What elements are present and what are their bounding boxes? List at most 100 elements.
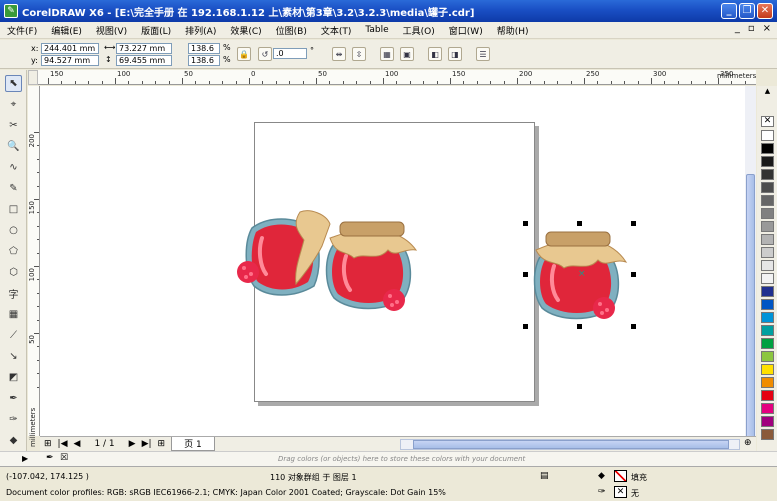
dimension-tool-icon[interactable]: ⟋ — [5, 327, 22, 344]
blend-tool-icon[interactable]: ◩ — [5, 369, 22, 386]
height-field[interactable]: 69.455 mm — [116, 55, 172, 66]
handle-top-left[interactable] — [523, 221, 528, 226]
group-icon[interactable]: ▦ — [380, 47, 394, 61]
fill-swatch[interactable] — [614, 470, 627, 482]
combine-icon[interactable]: ◧ — [428, 47, 442, 61]
vertical-scroll-thumb[interactable] — [746, 174, 755, 438]
color-swatch[interactable] — [761, 195, 774, 206]
basic-shapes-tool-icon[interactable]: ⬡ — [5, 264, 22, 281]
page-tab-1[interactable]: 页 1 — [171, 437, 215, 451]
color-swatch[interactable] — [761, 403, 774, 414]
menu-help[interactable]: 帮助(H) — [490, 24, 536, 37]
outline-swatch[interactable]: ✕ — [614, 486, 627, 498]
handle-bottom-center[interactable] — [577, 324, 582, 329]
color-swatch[interactable] — [761, 260, 774, 271]
menu-table[interactable]: Table — [358, 25, 395, 35]
text-tool-icon[interactable]: 字 — [5, 285, 22, 302]
color-swatch[interactable] — [761, 247, 774, 258]
color-swatch[interactable] — [761, 234, 774, 245]
handle-middle-right[interactable] — [631, 272, 636, 277]
last-page-icon[interactable]: ▶| — [142, 439, 152, 449]
horizontal-ruler[interactable]: 150 100 50 0 50 100 150 200 250 300 350 — [38, 70, 756, 85]
eyedropper-tool-icon[interactable]: ✒ — [5, 390, 22, 407]
menu-arrange[interactable]: 排列(A) — [178, 24, 223, 37]
add-page-end-icon[interactable]: ⊞ — [158, 439, 166, 449]
lock-ratio-icon[interactable]: 🔒 — [237, 47, 251, 61]
snap-icon[interactable]: ▤ — [540, 471, 549, 481]
horizontal-scrollbar[interactable] — [400, 439, 740, 450]
ruler-origin[interactable] — [28, 70, 38, 85]
handle-bottom-right[interactable] — [631, 324, 636, 329]
selected-jar[interactable]: × — [528, 224, 632, 328]
vertical-ruler[interactable]: 200 150 100 50 — [28, 86, 40, 436]
menu-text[interactable]: 文本(T) — [314, 24, 359, 37]
prev-page-icon[interactable]: ◀ — [74, 439, 81, 449]
restore-button[interactable]: ❐ — [739, 3, 755, 19]
align-distribute-icon[interactable]: ☰ — [476, 47, 490, 61]
color-swatch[interactable] — [761, 273, 774, 284]
color-profiles[interactable]: Document color profiles: RGB: sRGB IEC61… — [6, 488, 446, 497]
no-color-swatch[interactable]: ✕ — [761, 116, 774, 127]
polygon-tool-icon[interactable]: ⬠ — [5, 243, 22, 260]
rotation-angle-field[interactable]: .0 — [273, 48, 307, 59]
add-page-icon[interactable]: ⊞ — [44, 439, 52, 449]
handle-top-right[interactable] — [631, 221, 636, 226]
palette-scroll-up-icon[interactable]: ▲ — [761, 87, 774, 95]
handle-bottom-left[interactable] — [523, 324, 528, 329]
rectangle-tool-icon[interactable]: □ — [5, 201, 22, 218]
doc-close-button[interactable]: × — [763, 23, 771, 34]
mirror-horizontal-icon[interactable]: ⇹ — [332, 47, 346, 61]
color-swatch[interactable] — [761, 377, 774, 388]
color-swatch[interactable] — [761, 221, 774, 232]
shape-tool-icon[interactable]: ⌖ — [5, 96, 22, 113]
menu-tools[interactable]: 工具(O) — [396, 24, 442, 37]
color-swatch[interactable] — [761, 208, 774, 219]
minimize-button[interactable]: _ — [721, 3, 737, 19]
color-swatch[interactable] — [761, 364, 774, 375]
connector-tool-icon[interactable]: ↘ — [5, 348, 22, 365]
menu-view[interactable]: 视图(V) — [89, 24, 134, 37]
freehand-tool-icon[interactable]: ∿ — [5, 159, 22, 176]
center-marker-icon[interactable]: × — [578, 269, 586, 279]
menu-window[interactable]: 窗口(W) — [442, 24, 490, 37]
next-page-icon[interactable]: ▶ — [129, 439, 136, 449]
menu-edit[interactable]: 编辑(E) — [44, 24, 89, 37]
outline-pen-tool-icon[interactable]: ✑ — [5, 411, 22, 428]
eyedropper-icon[interactable]: ✒ — [46, 453, 54, 463]
color-swatch[interactable] — [761, 299, 774, 310]
menu-layout[interactable]: 版面(L) — [134, 24, 178, 37]
zoom-tool-icon[interactable]: 🔍 — [5, 138, 22, 155]
scale-y-field[interactable]: 138.6 — [188, 55, 220, 66]
color-swatch[interactable] — [761, 429, 774, 440]
rotate-icon[interactable]: ↺ — [258, 47, 272, 61]
ungroup-icon[interactable]: ▣ — [400, 47, 414, 61]
color-swatch[interactable] — [761, 338, 774, 349]
color-swatch[interactable] — [761, 312, 774, 323]
color-swatch[interactable] — [761, 143, 774, 154]
scale-x-field[interactable]: 138.6 — [188, 43, 220, 54]
width-field[interactable]: 73.227 mm — [116, 43, 172, 54]
handle-middle-left[interactable] — [523, 272, 528, 277]
color-swatch[interactable] — [761, 325, 774, 336]
no-fill-icon[interactable]: ☒ — [60, 453, 68, 463]
vertical-scrollbar[interactable] — [745, 86, 756, 438]
y-position-field[interactable]: 94.527 mm — [41, 55, 99, 66]
navigator-icon[interactable]: ⊕ — [744, 438, 752, 448]
color-swatch[interactable] — [761, 416, 774, 427]
palette-play-icon[interactable]: ▶ — [22, 454, 28, 463]
doc-restore-button[interactable]: ▫ — [748, 23, 755, 34]
handle-top-center[interactable] — [577, 221, 582, 226]
left-jar[interactable] — [245, 210, 331, 296]
color-swatch[interactable] — [761, 156, 774, 167]
ellipse-tool-icon[interactable]: ○ — [5, 222, 22, 239]
menu-effects[interactable]: 效果(C) — [223, 24, 268, 37]
menu-file[interactable]: 文件(F) — [0, 24, 44, 37]
crop-tool-icon[interactable]: ✂ — [5, 117, 22, 134]
table-tool-icon[interactable]: ▦ — [5, 306, 22, 323]
pick-tool-icon[interactable]: ⬉ — [5, 75, 22, 92]
smart-fill-tool-icon[interactable]: ✎ — [5, 180, 22, 197]
color-swatch[interactable] — [761, 351, 774, 362]
x-position-field[interactable]: 244.401 mm — [41, 43, 99, 54]
color-swatch[interactable] — [761, 390, 774, 401]
fill-tool-icon[interactable]: ◆ — [5, 432, 22, 449]
